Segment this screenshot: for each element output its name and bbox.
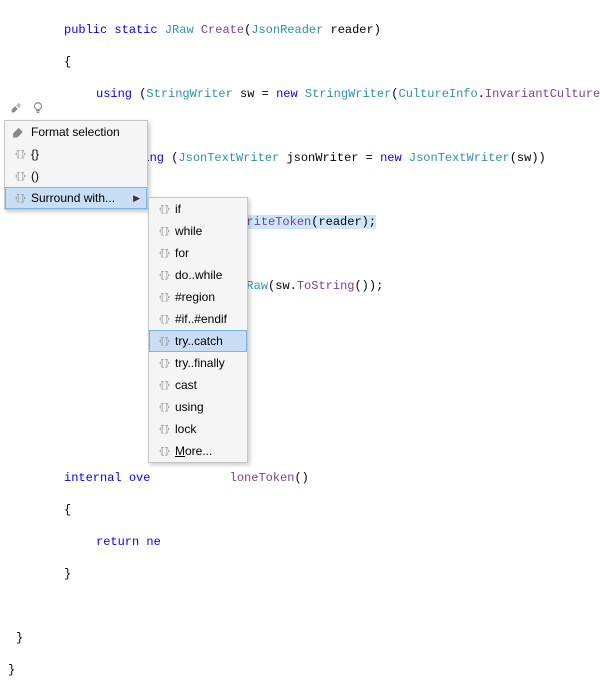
code-editor[interactable]: public static JRaw Create(JsonReader rea… xyxy=(0,0,600,694)
submenu-item-label: #region xyxy=(175,290,227,304)
snippet-icon xyxy=(9,171,31,182)
surround-submenu: if while for do..while #region #if..#endif try… xyxy=(148,197,248,463)
snippet-icon xyxy=(153,204,175,215)
submenu-item-label: #if..#endif xyxy=(175,312,227,326)
submenu-item[interactable]: try..finally xyxy=(149,352,247,374)
context-menu: Format selection {} () Surround with... ▶ xyxy=(4,120,148,210)
submenu-item[interactable]: #if..#endif xyxy=(149,308,247,330)
code-line: jsonWriter.WriteToken(reader); xyxy=(0,214,600,230)
snippet-icon xyxy=(153,446,175,457)
submenu-item-label: lock xyxy=(175,422,227,436)
submenu-item[interactable]: #region xyxy=(149,286,247,308)
format-icon xyxy=(9,121,31,143)
code-line xyxy=(0,310,600,326)
snippet-icon xyxy=(153,292,175,303)
code-line xyxy=(0,598,600,614)
submenu-item-label: while xyxy=(175,224,227,238)
code-line: } xyxy=(0,630,600,646)
submenu-item[interactable]: while xyxy=(149,220,247,242)
snippet-icon xyxy=(9,193,31,204)
code-line xyxy=(0,406,600,422)
code-line: } xyxy=(0,566,600,582)
menu-item-label: Format selection xyxy=(31,125,127,139)
submenu-item-label: try..catch xyxy=(175,334,227,348)
code-line: return new JRaw(sw.ToString()); xyxy=(0,278,600,294)
menu-item[interactable]: Format selection xyxy=(5,121,147,143)
snippet-icon xyxy=(153,424,175,435)
code-line xyxy=(0,438,600,454)
submenu-item-label: do..while xyxy=(175,268,227,282)
menu-item-label: Surround with... xyxy=(31,191,127,205)
snippet-icon xyxy=(153,270,175,281)
snippet-icon xyxy=(153,248,175,259)
submenu-item-label: for xyxy=(175,246,227,260)
snippet-icon xyxy=(153,314,175,325)
submenu-item[interactable]: using xyxy=(149,396,247,418)
code-line: { xyxy=(0,54,600,70)
submenu-item[interactable]: for xyxy=(149,242,247,264)
snippet-icon xyxy=(9,149,31,160)
snippet-icon xyxy=(153,380,175,391)
snippet-icon xyxy=(153,358,175,369)
submenu-item-label: try..finally xyxy=(175,356,227,370)
submenu-item-label: cast xyxy=(175,378,227,392)
menu-item[interactable]: {} xyxy=(5,143,147,165)
submenu-item-label: if xyxy=(175,202,227,216)
code-line: using (StringWriter sw = new StringWrite… xyxy=(0,86,600,102)
snippet-icon xyxy=(153,402,175,413)
bulb-icon[interactable] xyxy=(30,100,46,116)
submenu-item[interactable]: if xyxy=(149,198,247,220)
code-line: { xyxy=(0,502,600,518)
action-toolbar xyxy=(8,100,46,116)
code-line: return ne xyxy=(0,534,600,550)
submenu-arrow-icon: ▶ xyxy=(133,193,140,204)
menu-item[interactable]: Surround with... ▶ xyxy=(5,187,147,209)
submenu-item[interactable]: try..catch xyxy=(149,330,247,352)
snippet-icon xyxy=(153,226,175,237)
menu-item-label: () xyxy=(31,169,127,183)
code-line: public static JRaw Create(JsonReader rea… xyxy=(0,22,600,38)
brush-icon[interactable] xyxy=(8,100,24,116)
submenu-item-label: using xyxy=(175,400,227,414)
menu-item-label: {} xyxy=(31,147,127,161)
snippet-icon xyxy=(153,336,175,347)
submenu-item[interactable]: do..while xyxy=(149,264,247,286)
code-line xyxy=(0,246,600,262)
code-line xyxy=(0,342,600,358)
menu-item[interactable]: () xyxy=(5,165,147,187)
code-line: } xyxy=(0,662,600,678)
submenu-item[interactable]: lock xyxy=(149,418,247,440)
submenu-item[interactable]: cast xyxy=(149,374,247,396)
code-line: internal ove loneToken() xyxy=(0,470,600,486)
submenu-item[interactable]: More... xyxy=(149,440,247,462)
code-line xyxy=(0,374,600,390)
submenu-item-label: More... xyxy=(175,444,227,458)
